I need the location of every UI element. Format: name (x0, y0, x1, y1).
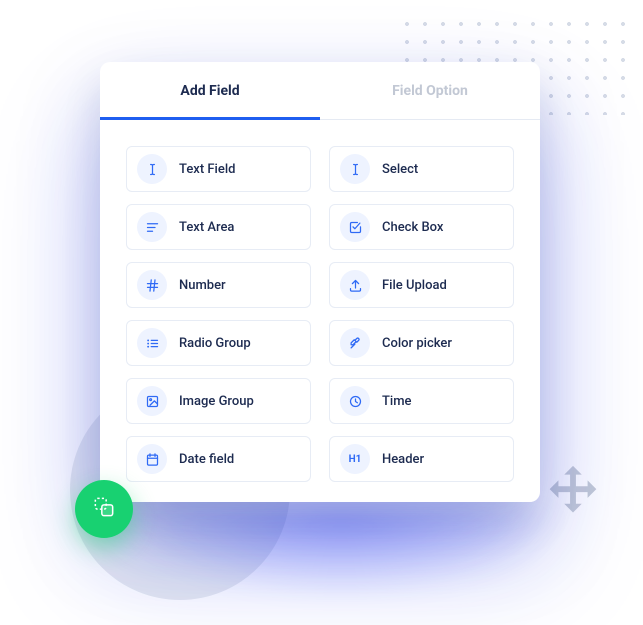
calendar-icon (137, 444, 167, 474)
field-options-grid: Text Field Select Text Area Check Box Nu (100, 120, 540, 492)
floating-action-button[interactable] (75, 480, 133, 538)
field-option-label: Number (179, 278, 226, 293)
field-option-label: Date field (179, 452, 234, 467)
field-option-header[interactable]: H1 Header (329, 436, 514, 482)
field-option-label: File Upload (382, 278, 447, 293)
field-option-label: Select (382, 162, 418, 177)
align-left-icon (137, 212, 167, 242)
tab-add-field[interactable]: Add Field (100, 62, 320, 119)
field-option-label: Image Group (179, 394, 254, 409)
field-option-image-group[interactable]: Image Group (126, 378, 311, 424)
field-option-label: Color picker (382, 336, 452, 351)
field-option-text-area[interactable]: Text Area (126, 204, 311, 250)
field-option-time[interactable]: Time (329, 378, 514, 424)
list-icon (137, 328, 167, 358)
field-option-label: Check Box (382, 220, 443, 235)
field-option-radio-group[interactable]: Radio Group (126, 320, 311, 366)
checkbox-icon (340, 212, 370, 242)
card-shadow (120, 510, 563, 600)
upload-icon (340, 270, 370, 300)
field-option-label: Header (382, 452, 424, 467)
eyedropper-icon (340, 328, 370, 358)
field-option-number[interactable]: Number (126, 262, 311, 308)
hash-icon (137, 270, 167, 300)
tab-label: Field Option (392, 83, 468, 99)
image-icon (137, 386, 167, 416)
field-option-label: Text Field (179, 162, 235, 177)
field-option-color-picker[interactable]: Color picker (329, 320, 514, 366)
move-icon (538, 460, 608, 530)
shapes-icon (91, 494, 117, 524)
field-option-text-field[interactable]: Text Field (126, 146, 311, 192)
text-cursor-icon (340, 154, 370, 184)
h1-icon: H1 (340, 444, 370, 474)
field-option-label: Time (382, 394, 412, 409)
field-option-select[interactable]: Select (329, 146, 514, 192)
field-option-label: Radio Group (179, 336, 251, 351)
field-option-file-upload[interactable]: File Upload (329, 262, 514, 308)
tab-field-option[interactable]: Field Option (320, 62, 540, 119)
field-option-date-field[interactable]: Date field (126, 436, 311, 482)
add-field-panel: Add Field Field Option Text Field Select… (100, 62, 540, 502)
text-cursor-icon (137, 154, 167, 184)
tab-label: Add Field (180, 83, 239, 99)
field-option-label: Text Area (179, 220, 234, 235)
field-option-check-box[interactable]: Check Box (329, 204, 514, 250)
clock-icon (340, 386, 370, 416)
tabs: Add Field Field Option (100, 62, 540, 120)
